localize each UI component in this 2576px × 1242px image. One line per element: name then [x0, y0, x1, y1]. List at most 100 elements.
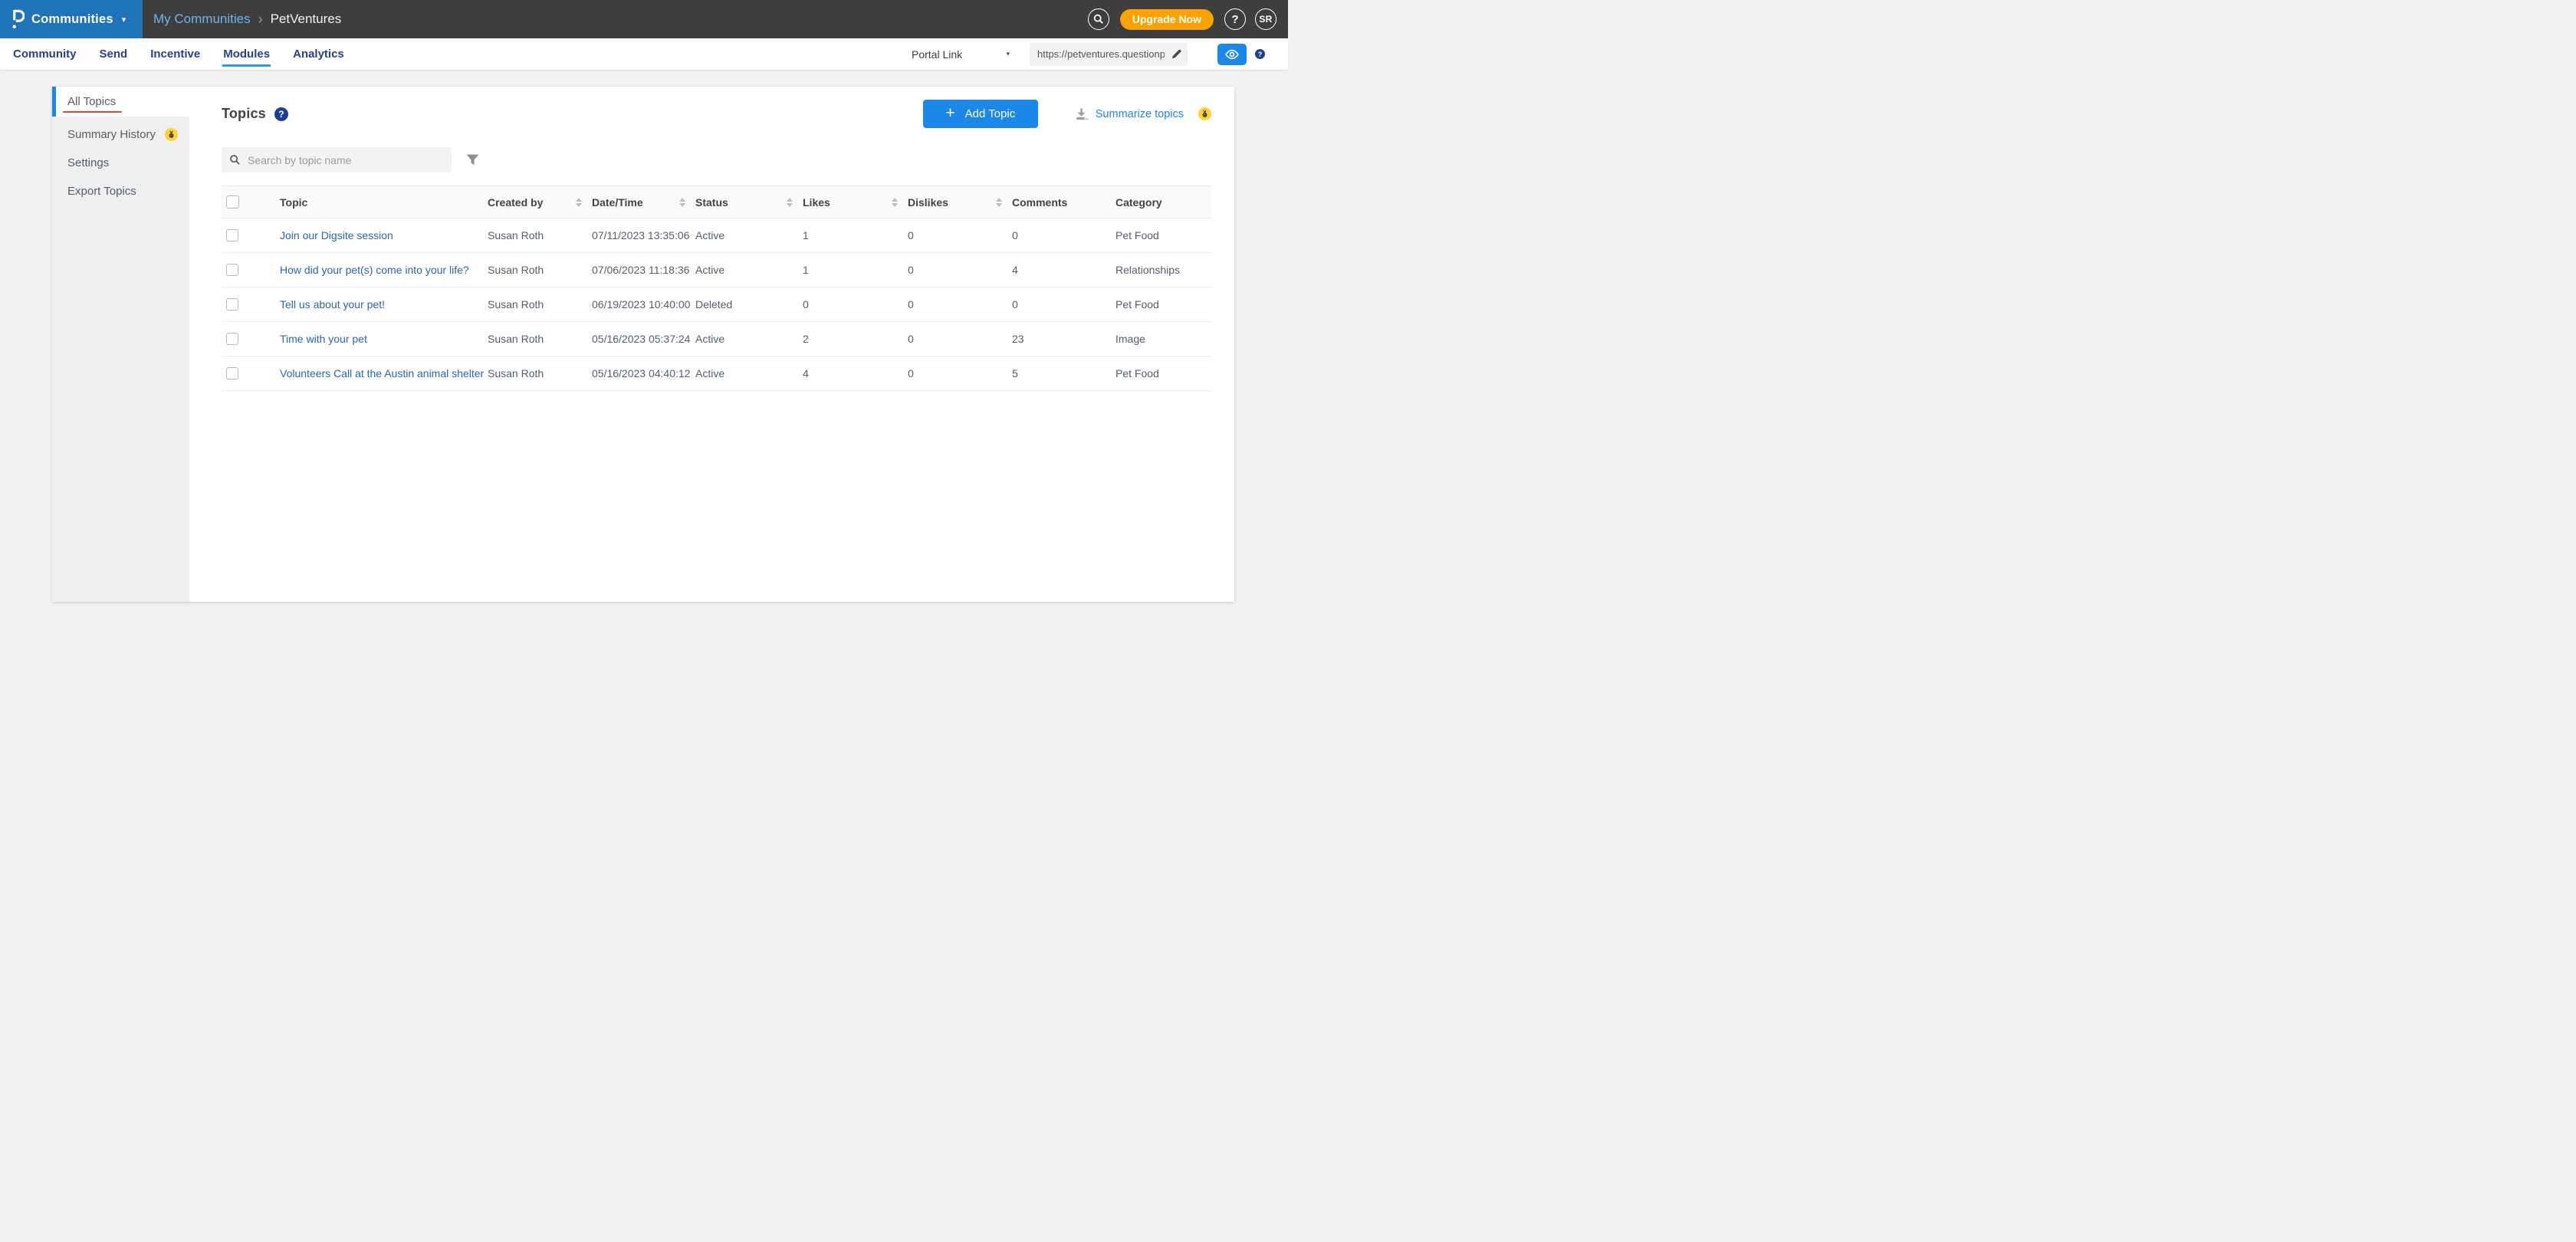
header-actions: Upgrade Now ? SR — [1088, 0, 1276, 38]
table-body: Join our Digsite session Susan Roth 07/1… — [222, 219, 1211, 391]
created-by-cell: Susan Roth — [488, 264, 592, 276]
row-checkbox[interactable] — [226, 333, 238, 345]
content-card: All Topics Summary History Settings — [52, 87, 1234, 602]
sort-icon[interactable] — [787, 198, 793, 207]
table-row: Time with your pet Susan Roth 05/16/2023… — [222, 322, 1211, 356]
filter-icon[interactable] — [466, 154, 479, 166]
comments-cell: 0 — [1012, 229, 1116, 242]
row-checkbox[interactable] — [226, 229, 238, 242]
created-by-cell: Susan Roth — [488, 333, 592, 345]
topic-actions: + Add Topic Summarize topics — [923, 100, 1211, 128]
column-comments: Comments — [1012, 196, 1067, 209]
add-topic-button[interactable]: + Add Topic — [923, 100, 1038, 128]
category-cell: Image — [1116, 333, 1211, 345]
breadcrumb-current: PetVentures — [271, 12, 342, 27]
column-date-time: Date/Time — [592, 196, 643, 209]
nav-tab-community[interactable]: Community — [13, 48, 77, 61]
status-cell: Active — [695, 333, 803, 345]
topic-search — [222, 147, 452, 172]
table-header: Topic Created by Date/Time Status Likes … — [222, 186, 1211, 219]
topic-link[interactable]: Time with your pet — [280, 333, 367, 345]
portal-help-icon[interactable]: ? — [1255, 49, 1265, 59]
created-by-cell: Susan Roth — [488, 367, 592, 380]
dislikes-cell: 0 — [908, 367, 1012, 380]
topic-link[interactable]: Join our Digsite session — [280, 229, 393, 242]
category-cell: Pet Food — [1116, 298, 1211, 310]
plus-icon: + — [945, 105, 955, 121]
title-row: Topics ? + Add Topic — [222, 100, 1211, 128]
date-time-cell: 05/16/2023 05:37:24 — [592, 333, 695, 345]
portal-url-input[interactable] — [1030, 43, 1188, 66]
portal-link-select[interactable]: Portal Link ▾ — [912, 48, 1010, 61]
table-row: Tell us about your pet! Susan Roth 06/19… — [222, 288, 1211, 322]
search-row — [222, 147, 1211, 172]
date-time-cell: 06/19/2023 10:40:00 — [592, 298, 695, 310]
global-search-button[interactable] — [1088, 8, 1109, 30]
comments-cell: 4 — [1012, 264, 1116, 276]
user-avatar[interactable]: SR — [1255, 8, 1276, 30]
column-category: Category — [1116, 196, 1211, 209]
topic-link[interactable]: Volunteers Call at the Austin animal she… — [280, 367, 484, 380]
topic-link[interactable]: How did your pet(s) come into your life? — [280, 264, 469, 276]
status-cell: Active — [695, 229, 803, 242]
breadcrumb-my-communities[interactable]: My Communities — [153, 12, 251, 27]
preview-portal-button[interactable] — [1217, 44, 1247, 65]
breadcrumb: My Communities › PetVentures — [153, 0, 341, 38]
product-switcher[interactable]: Communities ▾ — [0, 0, 143, 38]
category-cell: Relationships — [1116, 264, 1211, 276]
sidebar-item-settings[interactable]: Settings — [52, 149, 189, 177]
sidebar: All Topics Summary History Settings — [52, 87, 189, 602]
beta-flask-icon — [165, 128, 178, 141]
comments-cell: 23 — [1012, 333, 1116, 345]
topics-help-icon[interactable]: ? — [274, 107, 288, 121]
created-by-cell: Susan Roth — [488, 229, 592, 242]
column-dislikes: Dislikes — [908, 196, 948, 209]
sort-icon[interactable] — [679, 198, 685, 207]
page-title: Topics — [222, 106, 266, 122]
table-row: Join our Digsite session Susan Roth 07/1… — [222, 219, 1211, 253]
sidebar-item-summary-history[interactable]: Summary History — [52, 120, 189, 149]
edit-icon[interactable] — [1171, 48, 1182, 64]
column-topic: Topic — [280, 196, 488, 209]
top-header: Communities ▾ My Communities › PetVentur… — [0, 0, 1288, 38]
topics-panel: Topics ? + Add Topic — [189, 87, 1234, 602]
date-time-cell: 05/16/2023 04:40:12 — [592, 367, 695, 380]
upgrade-button[interactable]: Upgrade Now — [1120, 9, 1214, 30]
nav-tab-incentive[interactable]: Incentive — [150, 48, 200, 61]
sidebar-item-export-topics[interactable]: Export Topics — [52, 177, 189, 205]
sort-icon[interactable] — [576, 198, 582, 207]
sort-icon[interactable] — [996, 198, 1002, 207]
nav-tab-modules[interactable]: Modules — [223, 48, 270, 61]
nav-tab-analytics[interactable]: Analytics — [293, 48, 344, 61]
global-help-button[interactable]: ? — [1224, 8, 1246, 30]
nav-tab-send[interactable]: Send — [100, 48, 128, 61]
download-icon[interactable] — [1074, 107, 1089, 121]
breadcrumb-separator-icon: › — [258, 12, 263, 28]
topic-search-input[interactable] — [248, 154, 444, 166]
column-likes: Likes — [803, 196, 830, 209]
category-cell: Pet Food — [1116, 229, 1211, 242]
dislikes-cell: 0 — [908, 229, 1012, 242]
topic-link[interactable]: Tell us about your pet! — [280, 298, 385, 310]
row-checkbox[interactable] — [226, 298, 238, 310]
status-cell: Deleted — [695, 298, 803, 310]
status-cell: Active — [695, 264, 803, 276]
summarize-topics-link[interactable]: Summarize topics — [1096, 108, 1184, 120]
table-row: Volunteers Call at the Austin animal she… — [222, 356, 1211, 391]
chevron-down-icon: ▾ — [122, 15, 127, 25]
dislikes-cell: 0 — [908, 333, 1012, 345]
search-icon — [1093, 14, 1104, 25]
module-nav: Community Send Incentive Modules Analyti… — [0, 38, 1288, 71]
column-status: Status — [695, 196, 728, 209]
sort-icon[interactable] — [892, 198, 898, 207]
likes-cell: 4 — [803, 367, 908, 380]
row-checkbox[interactable] — [226, 367, 238, 380]
select-all-checkbox[interactable] — [226, 196, 239, 209]
row-checkbox[interactable] — [226, 264, 238, 276]
created-by-cell: Susan Roth — [488, 298, 592, 310]
dislikes-cell: 0 — [908, 298, 1012, 310]
likes-cell: 0 — [803, 298, 908, 310]
likes-cell: 1 — [803, 229, 908, 242]
sidebar-item-all-topics[interactable]: All Topics — [52, 87, 189, 117]
app: Communities ▾ My Communities › PetVentur… — [0, 0, 1288, 621]
